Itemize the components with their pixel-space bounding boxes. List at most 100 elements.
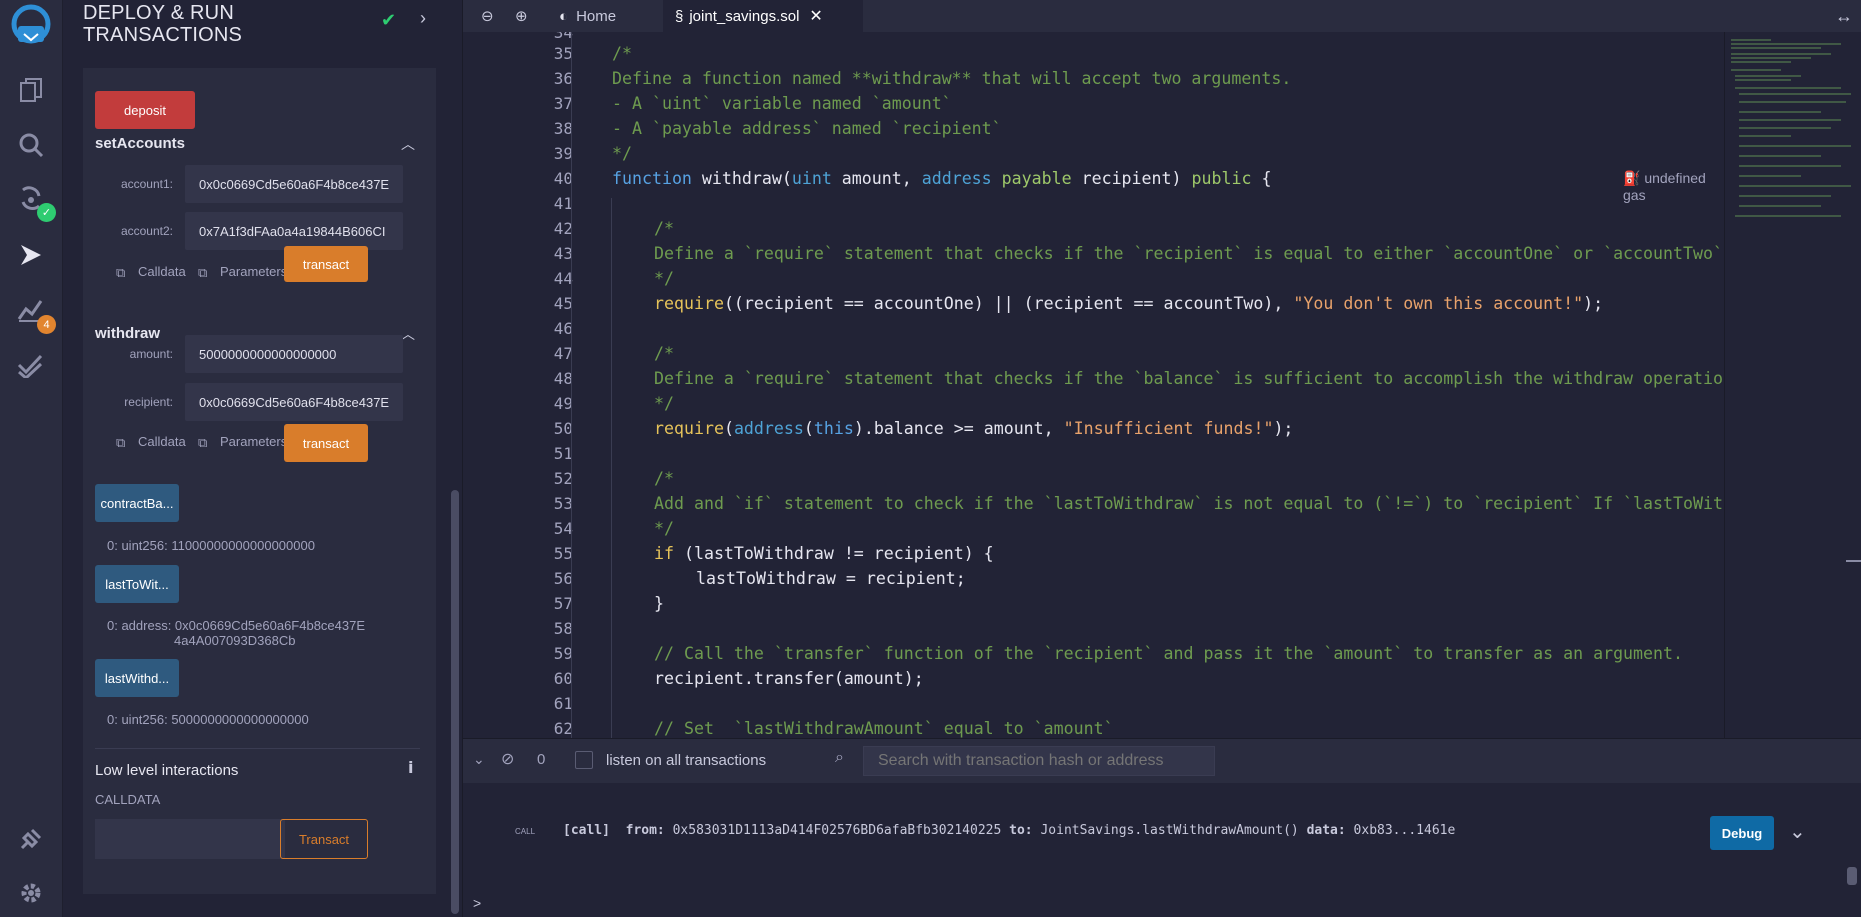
home-icon: ◐: [559, 7, 569, 25]
remix-logo-icon[interactable]: [6, 4, 56, 48]
low-level-title: Low level interactions: [95, 762, 239, 779]
recipient-label: recipient:: [124, 395, 173, 409]
parameters-link[interactable]: Parameters: [220, 434, 287, 449]
copy-calldata-icon[interactable]: ⧉: [116, 435, 125, 451]
line-number: 39: [553, 144, 573, 163]
copy-calldata-icon[interactable]: ⧉: [116, 265, 125, 281]
line-number: 41: [553, 194, 573, 213]
account2-input[interactable]: 0x7A1f3dFAa0a4a19844B606CI: [185, 212, 403, 250]
editor-tabs: ⊖ ⊕ ◐ Home § joint_savings.sol ✕ ↔: [463, 0, 1861, 32]
code-line: Define a `require` statement that checks…: [654, 244, 1724, 263]
line-number: 58: [553, 619, 573, 638]
parameters-link[interactable]: Parameters: [220, 264, 287, 279]
account1-input[interactable]: 0x0c0669Cd5e60a6F4b8ce437E: [185, 165, 403, 203]
deploy-run-icon[interactable]: [14, 238, 48, 272]
info-icon[interactable]: ⅰ: [408, 758, 413, 778]
close-tab-icon[interactable]: ✕: [809, 6, 822, 26]
line-number: 57: [553, 594, 573, 613]
terminal-scrollbar[interactable]: [1847, 867, 1857, 885]
panel-scrollbar[interactable]: [451, 490, 459, 914]
chevron-right-icon[interactable]: ›: [420, 8, 426, 29]
file-explorer-icon[interactable]: [14, 73, 48, 107]
calldata-input[interactable]: [95, 819, 285, 859]
deploy-run-panel: DEPLOY & RUN TRANSACTIONS ✔ › deposit se…: [63, 0, 463, 917]
chevron-up-icon[interactable]: ︿: [401, 324, 415, 344]
zoom-out-icon[interactable]: ⊖: [481, 0, 494, 32]
minimap-slider[interactable]: [1846, 560, 1861, 562]
line-number: 45: [553, 294, 573, 313]
account1-label: account1:: [120, 177, 173, 191]
plugin-manager-icon[interactable]: [14, 822, 48, 856]
terminal-prompt[interactable]: >: [473, 895, 481, 911]
withdraw-transact-button[interactable]: transact: [284, 424, 368, 462]
editor-minimap[interactable]: [1724, 32, 1861, 738]
line-number: 50: [553, 419, 573, 438]
solidity-file-icon: §: [675, 7, 684, 25]
code-line: // Set `lastWithdrawAmount` equal to `am…: [654, 719, 1114, 738]
code-line: require(address(this).balance >= amount,…: [654, 419, 1294, 438]
code-line: */: [654, 519, 674, 538]
expand-log-icon[interactable]: ⌄: [1789, 819, 1806, 844]
line-number: 56: [553, 569, 573, 588]
search-icon[interactable]: [14, 128, 48, 162]
listen-checkbox[interactable]: [575, 751, 593, 769]
line-number: 55: [553, 544, 573, 563]
gas-pump-icon: ⛽: [1623, 170, 1641, 186]
code-line: lastToWithdraw = recipient;: [696, 569, 966, 588]
line-number: 40: [553, 169, 573, 188]
calldata-link[interactable]: Calldata: [138, 264, 186, 279]
tab-joint-savings[interactable]: § joint_savings.sol ✕: [663, 0, 863, 32]
deposit-button[interactable]: deposit: [95, 91, 195, 129]
debug-button[interactable]: Debug: [1710, 816, 1774, 850]
calldata-link[interactable]: Calldata: [138, 434, 186, 449]
contract-balance-button[interactable]: contractBa...: [95, 484, 179, 522]
zoom-in-icon[interactable]: ⊕: [515, 0, 528, 32]
expand-icon[interactable]: ↔: [1835, 0, 1853, 32]
terminal-toolbar: ⌄ ⊘ 0 listen on all transactions ⌕: [463, 738, 1861, 783]
setaccounts-transact-button[interactable]: transact: [284, 246, 368, 282]
chevron-up-icon[interactable]: ︿: [401, 134, 415, 154]
clear-console-icon[interactable]: ⊘: [501, 749, 514, 769]
code-line: recipient.transfer(amount);: [654, 669, 924, 688]
line-number: 62: [553, 719, 573, 738]
line-number: 47: [553, 344, 573, 363]
code-line: // Call the `transfer` function of the `…: [654, 644, 1683, 663]
account2-label: account2:: [120, 224, 173, 238]
check-icon: ✔: [381, 10, 397, 30]
pending-count: 0: [537, 751, 546, 768]
code-editor[interactable]: 34 35 36 37 38 39 40 41 42 43 44 45 46 4…: [463, 32, 1724, 738]
code-line: /*: [612, 44, 632, 63]
code-line: }: [654, 594, 664, 613]
line-number: 54: [553, 519, 573, 538]
contract-balance-output: 0: uint256: 11000000000000000000: [107, 538, 315, 553]
code-line: require((recipient == accountOne) || (re…: [654, 294, 1604, 313]
code-line: /*: [654, 219, 674, 238]
code-line: if (lastToWithdraw != recipient) {: [654, 544, 994, 563]
last-to-withdraw-button[interactable]: lastToWit...: [95, 565, 179, 603]
copy-parameters-icon[interactable]: ⧉: [198, 435, 207, 451]
analysis-count-badge: 4: [37, 315, 56, 334]
line-number: 46: [553, 319, 573, 338]
code-line: /*: [654, 344, 674, 363]
low-level-transact-button[interactable]: Transact: [280, 819, 368, 859]
amount-input[interactable]: 5000000000000000000: [185, 335, 403, 373]
double-check-icon[interactable]: [14, 348, 48, 382]
settings-gear-icon[interactable]: [14, 876, 48, 910]
recipient-input[interactable]: 0x0c0669Cd5e60a6F4b8ce437E: [185, 383, 403, 421]
copy-parameters-icon[interactable]: ⧉: [198, 265, 207, 281]
divider: [95, 748, 420, 749]
code-line: Add and `if` statement to check if the `…: [654, 494, 1724, 513]
line-number: 52: [553, 469, 573, 488]
indent-guide: [571, 32, 572, 738]
line-number-gutter: 34 35 36 37 38 39 40 41 42 43 44 45 46 4…: [463, 32, 573, 738]
log-entry[interactable]: [call] from: 0x583031D1113aD414F02576BD6…: [563, 823, 1455, 838]
collapse-terminal-icon[interactable]: ⌄: [473, 751, 485, 768]
line-number: 48: [553, 369, 573, 388]
transaction-search-input[interactable]: [863, 746, 1215, 776]
gas-estimate: ⛽ undefined gas: [1623, 170, 1706, 203]
last-to-withdraw-output-cont: 4a4A007093D368Cb: [174, 633, 296, 648]
setaccounts-title: setAccounts: [95, 135, 186, 152]
withdraw-title: withdraw: [95, 325, 161, 342]
line-number: 61: [553, 694, 573, 713]
last-withdraw-amount-button[interactable]: lastWithd...: [95, 659, 179, 697]
